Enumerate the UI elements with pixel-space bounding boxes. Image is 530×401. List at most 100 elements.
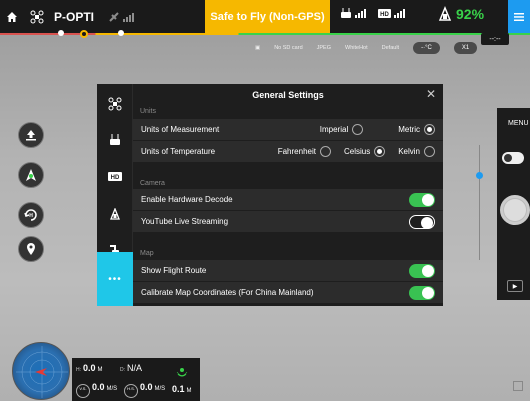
zoom-button[interactable]: X1 (453, 42, 478, 54)
battery-icon (110, 208, 120, 220)
option-celsius[interactable]: Celsius (343, 146, 386, 157)
tab-hd-settings[interactable]: HD (97, 158, 133, 194)
svg-text:HD: HD (380, 12, 389, 18)
takeoff-icon (26, 130, 36, 141)
sd-status: No SD card (274, 45, 303, 51)
map-toggle-icon[interactable] (513, 381, 523, 391)
progress-marker (118, 30, 124, 36)
remote-controller-icon (110, 134, 120, 145)
flight-timer: --:-- (481, 33, 509, 45)
vertical-speed-readout: V.S. 0.0 M/S (76, 382, 117, 398)
vertical-speed-icon: V.S. (76, 384, 90, 398)
svg-text:HD: HD (111, 175, 120, 181)
tab-general-settings[interactable]: ••• (97, 252, 133, 306)
aircraft-heading-icon (16, 346, 68, 398)
hw-decode-switch[interactable] (409, 192, 435, 207)
distance-label: D: (120, 367, 125, 373)
calibrate-map-row: Calibrate Map Coordinates (For China Mai… (133, 282, 443, 304)
radio-imperial[interactable] (352, 124, 364, 135)
battery-icon (438, 6, 452, 21)
vertical-speed-label: V.S. (79, 386, 87, 391)
flight-route-switch[interactable] (409, 263, 435, 278)
option-metric-label: Metric (398, 125, 420, 134)
return-home-icon: H (24, 209, 37, 221)
units-temperature-row: Units of Temperature Fahrenheit Celsius … (133, 141, 443, 163)
height-label: H: (76, 367, 81, 373)
low-battery-marker (80, 30, 88, 38)
battery-percent: 92% (456, 6, 485, 22)
general-settings-dialog: HD ••• General Settings ✕ Units Units of… (97, 84, 443, 306)
horizontal-speed-icon: H.S. (124, 384, 138, 398)
calibrate-map-label: Calibrate Map Coordinates (For China Mai… (141, 288, 314, 297)
option-imperial[interactable]: Imperial (320, 124, 364, 135)
tab-rc-settings[interactable] (97, 122, 133, 158)
intelligent-flight-button[interactable] (18, 162, 44, 188)
height-readout: H: 0.0 M (76, 363, 103, 373)
flight-route-row: Show Flight Route (133, 260, 443, 282)
flight-status-text: Safe to Fly (Non-GPS) (210, 10, 325, 23)
horizontal-speed-label: H.S. (127, 386, 135, 391)
hd-icon: HD (108, 171, 122, 181)
tab-battery-settings[interactable] (97, 196, 133, 232)
photo-video-toggle[interactable] (502, 152, 524, 164)
radio-metric[interactable] (424, 124, 435, 135)
exposure-indicator[interactable] (476, 172, 483, 179)
map-marker-button[interactable] (18, 236, 44, 262)
shutter-inner (504, 199, 526, 221)
intelligent-flight-icon (26, 169, 36, 181)
more-icon: ••• (108, 273, 122, 285)
map-pin-icon (27, 243, 35, 255)
height-value: 0.0 (83, 363, 96, 373)
option-metric[interactable]: Metric (398, 124, 435, 135)
home-icon[interactable] (0, 11, 24, 23)
close-icon[interactable]: ✕ (425, 88, 437, 100)
top-status-bar: P-OPTI Safe to Fly (Non-GPS) HD 92% (0, 0, 530, 33)
dialog-title: General Settings (252, 90, 324, 100)
horizontal-speed-readout: H.S. 0.0 M/S (124, 382, 165, 398)
hw-decode-row: Enable Hardware Decode (133, 189, 443, 211)
distance-value: N/A (127, 363, 143, 373)
return-home-button[interactable]: H (18, 202, 44, 228)
hd-signal-icon[interactable]: HD (378, 8, 405, 18)
calibrate-map-switch[interactable] (409, 285, 435, 300)
section-units: Units (140, 108, 156, 115)
units-measurement-options: Imperial Metric (312, 124, 435, 135)
remote-signal-icon[interactable] (340, 8, 366, 18)
radio-fahrenheit[interactable] (319, 146, 331, 157)
list-menu-icon[interactable] (508, 0, 530, 33)
gps-signal-icon[interactable] (96, 11, 146, 23)
section-camera: Camera (140, 180, 165, 187)
youtube-row: YouTube Live Streaming (133, 211, 443, 233)
units-measurement-label: Units of Measurement (141, 125, 220, 134)
flight-mode[interactable]: P-OPTI (54, 10, 96, 24)
camera-menu-button[interactable]: MENU (508, 120, 529, 127)
playback-button[interactable]: ▶ (507, 280, 523, 292)
radio-kelvin[interactable] (424, 146, 435, 157)
tab-aircraft-settings[interactable] (97, 86, 133, 122)
distance-readout: D: N/A (120, 363, 142, 373)
youtube-switch[interactable] (409, 214, 435, 229)
vertical-speed-value: 0.0 (92, 382, 105, 392)
vps-height-value: 0.1 (172, 384, 185, 394)
aircraft-status-icon[interactable] (24, 10, 50, 24)
option-celsius-label: Celsius (343, 147, 371, 156)
option-fahrenheit[interactable]: Fahrenheit (278, 146, 331, 157)
units-temperature-label: Units of Temperature (141, 147, 216, 156)
scene-mode: Default (381, 45, 400, 51)
option-kelvin[interactable]: Kelvin (398, 146, 435, 157)
units-temperature-options: Fahrenheit Celsius Kelvin (270, 146, 435, 157)
horizontal-speed-value: 0.0 (140, 382, 153, 392)
option-kelvin-label: Kelvin (398, 147, 420, 156)
option-fahrenheit-label: Fahrenheit (277, 147, 316, 156)
radio-celsius[interactable] (374, 146, 386, 157)
progress-marker (58, 30, 64, 36)
attitude-compass[interactable] (12, 342, 70, 400)
flight-status-banner[interactable]: Safe to Fly (Non-GPS) (205, 0, 330, 33)
exposure-scale[interactable] (479, 145, 480, 260)
photo-format: JPEG (316, 45, 332, 51)
temperature-button[interactable]: -·°C (413, 42, 440, 54)
takeoff-button[interactable] (18, 122, 44, 148)
vps-height-unit: M (186, 388, 192, 394)
vision-positioning-icon (176, 365, 188, 377)
battery-indicator[interactable]: 92% (438, 6, 484, 22)
